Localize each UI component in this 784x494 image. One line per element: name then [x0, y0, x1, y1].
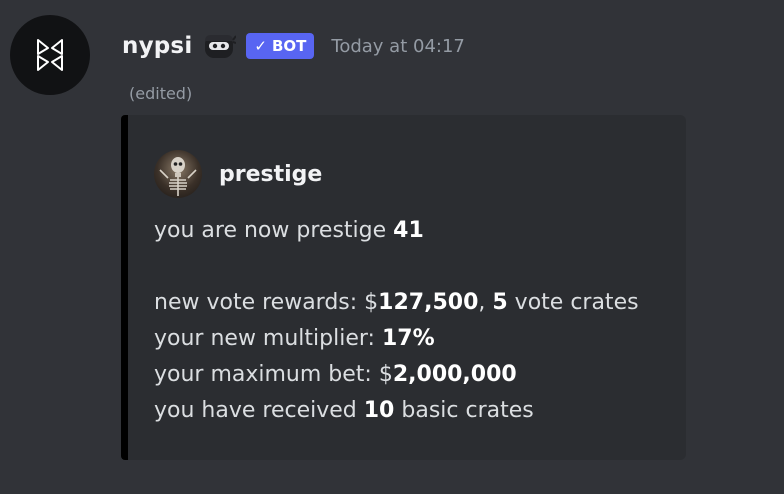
ninja-robot-icon[interactable] — [202, 32, 237, 60]
message-header: nypsi ✓ BOT Today at 04:17 — [122, 28, 465, 64]
basic-crates-text: you have received — [154, 398, 364, 423]
embed-description: you are now prestige 41 new vote rewards… — [154, 213, 674, 429]
embed-author: prestige — [154, 150, 322, 198]
vote-crates-text: vote crates — [507, 290, 639, 315]
nypsi-avatar[interactable] — [10, 15, 90, 95]
max-bet-text: your maximum bet: $ — [154, 362, 393, 387]
bot-tag: ✓ BOT — [246, 33, 315, 59]
prestige-line: you are now prestige 41 — [154, 213, 674, 249]
vote-rewards-line: new vote rewards: $127,500, 5 vote crate… — [154, 285, 674, 321]
vote-crates-count: 5 — [492, 290, 508, 315]
multiplier-line: your new multiplier: 17% — [154, 321, 674, 357]
basic-crates-count: 10 — [363, 398, 395, 423]
vote-rewards-sep: , — [478, 290, 493, 315]
embed-author-name: prestige — [219, 161, 323, 187]
edited-label: (edited) — [129, 84, 193, 103]
max-bet-value: 2,000,000 — [392, 362, 517, 387]
nypsi-logo-icon — [37, 39, 63, 71]
basic-crates-line: you have received 10 basic crates — [154, 393, 674, 429]
multiplier-text: your new multiplier: — [154, 326, 382, 351]
embed: prestige you are now prestige 41 new vot… — [121, 115, 686, 460]
prestige-value: 41 — [393, 218, 424, 243]
vote-rewards-text: new vote rewards: $ — [154, 290, 379, 315]
max-bet-line: your maximum bet: $2,000,000 — [154, 357, 674, 393]
username[interactable]: nypsi — [122, 33, 192, 59]
check-icon: ✓ — [254, 37, 267, 55]
basic-crates-suffix: basic crates — [394, 398, 534, 423]
bot-tag-label: BOT — [271, 37, 307, 55]
skeleton-avatar-icon — [154, 150, 202, 198]
prestige-text: you are now prestige — [154, 218, 394, 243]
message-timestamp[interactable]: Today at 04:17 — [331, 36, 464, 57]
multiplier-value: 17% — [381, 326, 435, 351]
vote-rewards-money: 127,500 — [378, 290, 479, 315]
